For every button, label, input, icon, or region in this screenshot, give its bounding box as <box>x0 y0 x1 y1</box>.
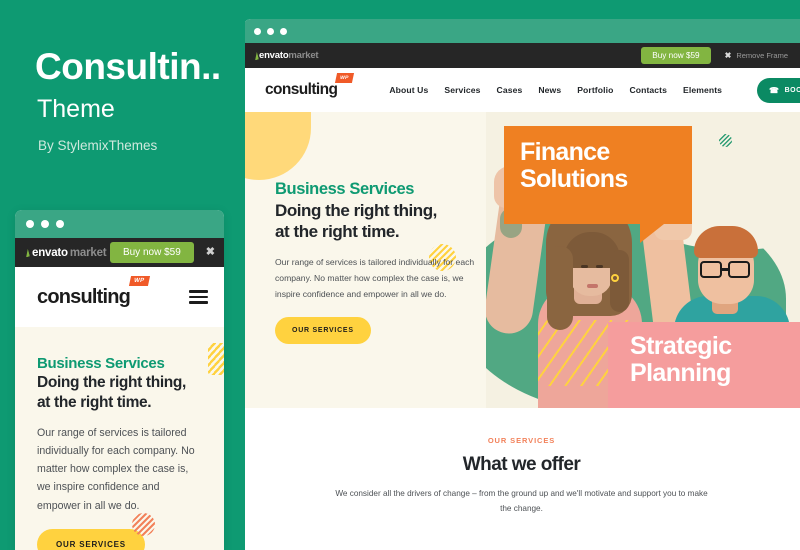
desktop-logo-text: consulting <box>265 81 338 98</box>
strategic-planning-text: Strategic Planning <box>608 322 800 387</box>
buy-now-button[interactable]: Buy now $59 <box>641 47 711 64</box>
mobile-hero-heading: Doing the right thing, at the right time… <box>37 374 186 411</box>
mobile-preview-window: envato market Buy now $59 ✖ consulting W… <box>15 210 224 550</box>
envato-market-logo[interactable]: envato market <box>253 50 319 61</box>
window-dot-minimize[interactable] <box>267 27 274 35</box>
nav-item-contacts[interactable]: Contacts <box>629 85 667 95</box>
hero-photograph: Finance Solutions Strategic Planning <box>486 112 800 408</box>
buy-now-button[interactable]: Buy now $59 <box>109 242 194 263</box>
envato-logo-first: envato <box>259 50 289 61</box>
envato-logo-second: market <box>69 246 107 259</box>
offer-eyebrow: OUR SERVICES <box>487 436 556 445</box>
person-left-dreadlocks <box>547 246 573 330</box>
window-dot-close[interactable] <box>254 27 261 35</box>
main-navigation: About Us Services Cases News Portfolio C… <box>389 77 800 103</box>
eyeglasses-icon <box>728 261 750 278</box>
green-divider <box>237 0 245 550</box>
desktop-envato-bar: envato market Buy now $59 ✖ Remove Frame <box>243 43 800 68</box>
offer-paragraph: We consider all the drivers of change – … <box>335 489 708 514</box>
sign-pink-line1: Strategic <box>630 332 732 360</box>
window-dot-minimize[interactable] <box>41 220 49 228</box>
mobile-titlebar <box>15 210 224 238</box>
strategic-planning-sign: Strategic Planning <box>608 322 800 408</box>
mobile-our-services-button[interactable]: OUR SERVICES <box>37 528 145 550</box>
desktop-hero-heading-line2: at the right time. <box>275 222 400 242</box>
person-left-eye <box>596 264 603 268</box>
remove-frame-label: Remove Frame <box>736 51 788 60</box>
eyeglasses-bridge <box>721 268 728 271</box>
book-a-call-button[interactable]: ☎ BOOK A CALL <box>757 77 800 103</box>
desktop-our-services-button[interactable]: OUR SERVICES <box>275 317 371 345</box>
finance-solutions-sign: Finance Solutions <box>504 126 692 243</box>
desktop-site-header: consulting WP About Us Services Cases Ne… <box>243 68 800 112</box>
green-dot-decoration-icon <box>719 134 732 147</box>
yellow-blob-decoration-icon <box>243 112 311 180</box>
mobile-envato-bar: envato market Buy now $59 ✖ <box>15 238 224 267</box>
close-icon[interactable]: ✖ <box>206 247 215 258</box>
person-left-earring <box>611 274 619 282</box>
desktop-hero-heading: Doing the right thing, at the right time… <box>275 200 523 243</box>
promo-subtitle: Theme <box>37 95 115 123</box>
desktop-preview-window: envato market Buy now $59 ✖ Remove Frame… <box>243 19 800 550</box>
desktop-hero-section: Business Services Doing the right thing,… <box>243 112 800 408</box>
desktop-hero-eyebrow: Business Services <box>275 180 415 198</box>
nav-item-news[interactable]: News <box>538 85 561 95</box>
phone-icon: ☎ <box>769 85 780 95</box>
person-left-lips <box>587 284 598 288</box>
nav-item-portfolio[interactable]: Portfolio <box>577 85 613 95</box>
nav-item-cases[interactable]: Cases <box>497 85 523 95</box>
close-icon: ✖ <box>724 51 732 60</box>
nav-item-services[interactable]: Services <box>444 85 480 95</box>
mobile-hero-section: Business Services Doing the right thing,… <box>15 327 224 550</box>
envato-logo-second: market <box>288 50 319 61</box>
hamburger-menu-icon[interactable] <box>189 290 208 304</box>
offer-title: What we offer <box>462 454 581 475</box>
desktop-titlebar <box>243 19 800 43</box>
sign-orange-line1: Finance <box>520 138 610 166</box>
sign-orange-line2: Solutions <box>520 164 628 193</box>
envato-logo-first: envato <box>32 246 68 259</box>
nav-item-elements[interactable]: Elements <box>683 85 722 95</box>
desktop-hero-paragraph: Our range of services is tailored indivi… <box>275 256 475 299</box>
desktop-hero-copy: Business Services Doing the right thing,… <box>275 180 523 345</box>
wp-badge: WP <box>334 73 354 83</box>
person-left-eye <box>581 264 588 268</box>
desktop-hero-heading-line1: Doing the right thing, <box>275 201 437 220</box>
remove-frame-button[interactable]: ✖ Remove Frame <box>725 51 788 60</box>
envato-market-logo[interactable]: envato market <box>24 246 107 259</box>
nav-item-about-us[interactable]: About Us <box>389 85 428 95</box>
promo-author: By StylemixThemes <box>38 138 158 153</box>
desktop-logo[interactable]: consulting WP <box>265 73 354 99</box>
what-we-offer-section: OUR SERVICES What we offer We consider a… <box>243 408 800 517</box>
page-title: Consultin.. <box>35 46 221 87</box>
window-dot-maximize[interactable] <box>56 220 64 228</box>
mobile-hero-paragraph: Our range of services is tailored indivi… <box>37 426 195 512</box>
striped-circle-decoration-icon <box>132 513 155 536</box>
eyeglasses-icon <box>700 261 722 278</box>
person-right-hair <box>694 226 758 258</box>
window-dot-close[interactable] <box>26 220 34 228</box>
stripe-decoration-icon <box>208 343 224 375</box>
sign-pink-line2: Planning <box>630 359 731 387</box>
book-a-call-label: BOOK A CALL <box>784 86 800 94</box>
mobile-site-header: consulting WP <box>15 267 224 327</box>
finance-solutions-text: Finance Solutions <box>504 126 692 192</box>
envato-leaf-icon <box>24 248 30 257</box>
mobile-hero-eyebrow: Business Services <box>37 355 165 372</box>
wp-badge: WP <box>128 275 151 286</box>
window-dot-maximize[interactable] <box>280 27 287 35</box>
mobile-logo[interactable]: consulting WP <box>37 275 151 309</box>
mobile-logo-text: consulting <box>37 285 131 308</box>
